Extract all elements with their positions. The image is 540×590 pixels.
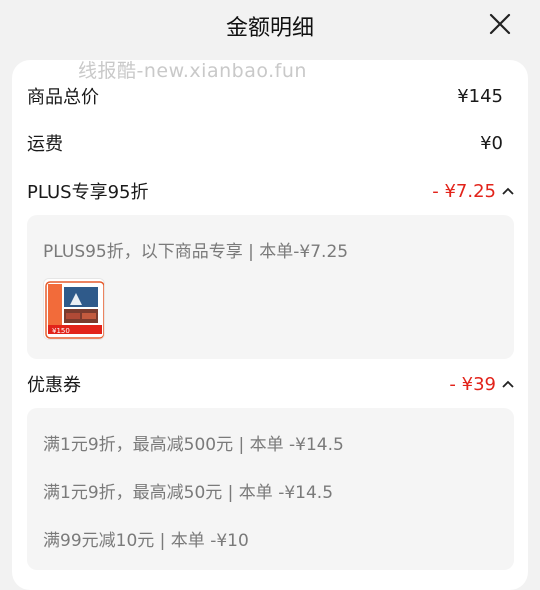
shipping-label: 运费 (27, 134, 63, 155)
plus-discount-value-wrap: - ¥7.25 (432, 181, 514, 202)
chevron-up-icon[interactable] (502, 379, 514, 389)
coupon-value-wrap: - ¥39 (449, 374, 514, 395)
coupon-item: 满99元减10元 | 本单 -¥10 (43, 531, 249, 551)
plus-detail-panel: PLUS95折，以下商品专享 | 本单-¥7.25 ¥150 (27, 215, 514, 359)
coupon-label: 优惠券 (27, 375, 81, 396)
page-title: 金额明细 (225, 16, 314, 41)
coupon-item: 满1元9折，最高减500元 | 本单 -¥14.5 (43, 435, 344, 455)
goods-total-value: ¥145 (457, 85, 503, 107)
chevron-up-icon[interactable] (502, 186, 514, 196)
goods-total-row: 商品总价 ¥145 (27, 82, 503, 110)
coupon-item: 满1元9折，最高减50元 | 本单 -¥14.5 (43, 483, 334, 503)
plus-detail-text: PLUS95折，以下商品专享 | 本单-¥7.25 (43, 242, 349, 262)
coupon-value: - ¥39 (449, 373, 496, 395)
product-image: ¥150 (44, 279, 104, 339)
plus-discount-value: - ¥7.25 (432, 180, 496, 202)
plus-discount-row[interactable]: PLUS专享95折 - ¥7.25 (27, 177, 514, 205)
coupon-detail-panel: 满1元9折，最高减500元 | 本单 -¥14.5 满1元9折，最高减50元 |… (27, 408, 514, 570)
product-thumbnail[interactable]: ¥150 (43, 278, 105, 340)
coupon-row[interactable]: 优惠券 - ¥39 (27, 370, 514, 398)
thumb-price: ¥150 (52, 327, 70, 335)
watermark: 线报酷-new.xianbao.fun (78, 60, 307, 82)
header: 金额明细 (0, 0, 540, 52)
shipping-row: 运费 ¥0 (27, 129, 503, 157)
close-button[interactable] (488, 12, 512, 36)
goods-total-label: 商品总价 (27, 87, 99, 108)
shipping-value: ¥0 (480, 132, 503, 154)
close-icon (489, 13, 511, 35)
plus-discount-label: PLUS专享95折 (27, 182, 149, 203)
